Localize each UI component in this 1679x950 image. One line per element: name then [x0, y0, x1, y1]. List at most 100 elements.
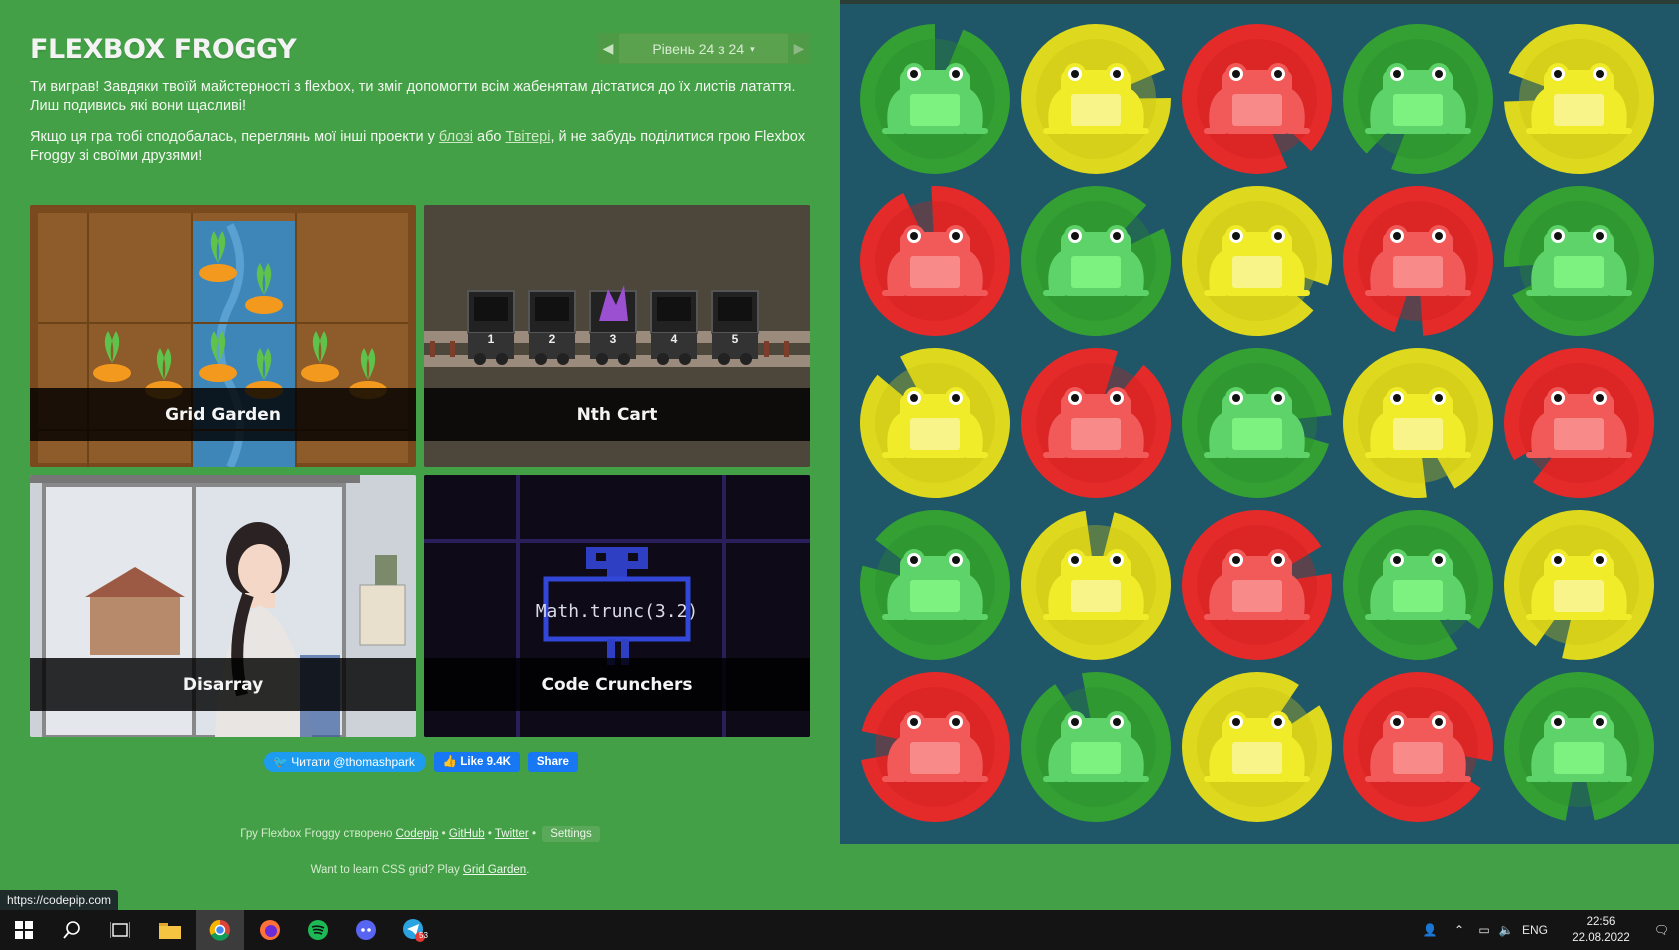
frog-on-lilypad [854, 504, 1016, 666]
frog-on-lilypad [1015, 18, 1177, 180]
project-card-label: Disarray [30, 658, 416, 711]
frog-on-lilypad [1498, 504, 1660, 666]
frog-on-lilypad [1337, 666, 1499, 828]
frog-on-lilypad [1337, 504, 1499, 666]
people-icon[interactable]: 👤 [1415, 923, 1445, 937]
network-icon[interactable]: ▭ [1473, 923, 1495, 937]
pond-board [840, 4, 1679, 844]
frog-on-lilypad [1015, 666, 1177, 828]
status-url-tooltip: https://codepip.com [0, 890, 119, 910]
facebook-like-button[interactable]: 👍 Like 9.4K [433, 752, 520, 772]
system-clock[interactable]: 22:56 22.08.2022 [1571, 914, 1631, 946]
chrome-icon [209, 919, 230, 941]
project-card-label: Code Crunchers [424, 658, 810, 711]
separator: • [438, 828, 449, 840]
project-card-label: Grid Garden [30, 388, 416, 441]
blog-link[interactable]: блозі [439, 129, 473, 145]
mine-cart-icon [467, 285, 759, 359]
frog-icon [1502, 186, 1654, 336]
triangle-right-icon: ▶ [793, 40, 805, 56]
settings-button[interactable]: Settings [542, 826, 600, 842]
frog-on-lilypad [1498, 180, 1660, 342]
caret-down-icon: ▾ [750, 43, 755, 54]
project-card-nth-cart[interactable]: 1 2 3 4 5 Nth Cart [424, 205, 810, 467]
start-button[interactable] [0, 910, 48, 950]
task-view-button[interactable] [96, 910, 144, 950]
project-card-grid-garden[interactable]: Grid Garden [30, 205, 416, 467]
firefox-icon [260, 920, 280, 940]
discord-icon [356, 920, 376, 940]
telegram-button[interactable]: 53 [390, 910, 438, 950]
chrome-button[interactable] [196, 910, 244, 950]
folder-icon [159, 923, 181, 939]
file-explorer-button[interactable] [146, 910, 194, 950]
frog-on-lilypad [1498, 18, 1660, 180]
grid-promo: Want to learn CSS grid? Play Grid Garden… [0, 864, 840, 876]
project-card-label: Nth Cart [424, 388, 810, 441]
notification-button[interactable]: 🗨 [1654, 910, 1669, 950]
frog-on-lilypad [1176, 504, 1338, 666]
twitter-follow-label: Читати @thomashpark [291, 755, 415, 769]
firefox-button[interactable] [246, 910, 294, 950]
discord-button[interactable] [342, 910, 390, 950]
twitter-follow-button[interactable]: 🐦 Читати @thomashpark [264, 752, 426, 772]
search-icon [63, 921, 80, 939]
frog-on-lilypad [1015, 180, 1177, 342]
prev-level-button[interactable]: ◀ [597, 33, 619, 64]
frog-icon [1182, 348, 1334, 498]
language-indicator[interactable]: ENG [1517, 923, 1553, 937]
frog-icon [1343, 348, 1493, 500]
task-view-icon [110, 922, 130, 938]
facebook-share-button[interactable]: Share [527, 752, 578, 772]
frog-icon [1502, 24, 1654, 174]
twitter-footer-link[interactable]: Twitter [495, 828, 529, 840]
level-label: Рівень 24 з 24 [652, 40, 745, 57]
code-expression: Math.trunc(3.2) [536, 601, 699, 622]
frog-icon [1021, 23, 1173, 174]
frog-icon [1021, 186, 1171, 336]
cart-number: 1 [488, 332, 495, 346]
frog-on-lilypad [1337, 180, 1499, 342]
separator: • [484, 828, 495, 840]
chevron-up-icon[interactable]: ⌃ [1445, 923, 1473, 937]
frog-on-lilypad [1176, 666, 1338, 828]
volume-icon[interactable]: 🔈 [1495, 923, 1517, 937]
thumbs-up-icon: 👍 [442, 756, 458, 768]
frog-on-lilypad [1015, 504, 1177, 666]
notification-icon: 🗨 [1653, 923, 1669, 937]
frog-on-lilypad [854, 180, 1016, 342]
frog-on-lilypad [1498, 342, 1660, 504]
frog-icon [860, 22, 1010, 174]
win-message: Ти виграв! Завдяки твоїй майстерності з … [30, 79, 796, 114]
next-level-button[interactable]: ▶ [788, 33, 810, 64]
instructions-panel: FLEXBOX FROGGY ◀ Рівень 24 з 24 ▾ ▶ Ти ви… [0, 0, 840, 910]
frog-on-lilypad [1337, 342, 1499, 504]
frog-icon [860, 510, 1010, 660]
project-card-disarray[interactable]: Disarray [30, 475, 416, 737]
frog-on-lilypad [1498, 666, 1660, 828]
level-navigation: ◀ Рівень 24 з 24 ▾ ▶ [597, 33, 810, 64]
frog-icon [1021, 671, 1171, 822]
frog-on-lilypad [1176, 18, 1338, 180]
twitter-link[interactable]: Твітері [505, 129, 550, 145]
twitter-bird-icon: 🐦 [273, 755, 288, 769]
frog-icon [1504, 672, 1654, 823]
frog-icon [1182, 24, 1332, 174]
github-link[interactable]: GitHub [449, 828, 485, 840]
share-message-text-2: або [472, 129, 506, 145]
clock-date: 22.08.2022 [1572, 932, 1630, 944]
frog-on-lilypad [1015, 342, 1177, 504]
spotify-button[interactable] [294, 910, 342, 950]
project-card-code-crunchers[interactable]: Math.trunc(3.2) Code Crunchers [424, 475, 810, 737]
level-indicator[interactable]: Рівень 24 з 24 ▾ [619, 41, 788, 57]
windows-logo-icon [15, 921, 33, 939]
frog-icon [1021, 348, 1171, 498]
share-message: Якщо ця гра тобі сподобалась, переглянь … [30, 128, 820, 166]
spotify-icon [308, 920, 328, 940]
codepip-link[interactable]: Codepip [396, 828, 439, 840]
search-button[interactable] [48, 910, 96, 950]
frog-on-lilypad [1176, 342, 1338, 504]
frog-on-lilypad [1176, 180, 1338, 342]
grid-garden-link[interactable]: Grid Garden [463, 864, 526, 876]
social-buttons: 🐦 Читати @thomashpark 👍 Like 9.4K Share [264, 752, 578, 772]
